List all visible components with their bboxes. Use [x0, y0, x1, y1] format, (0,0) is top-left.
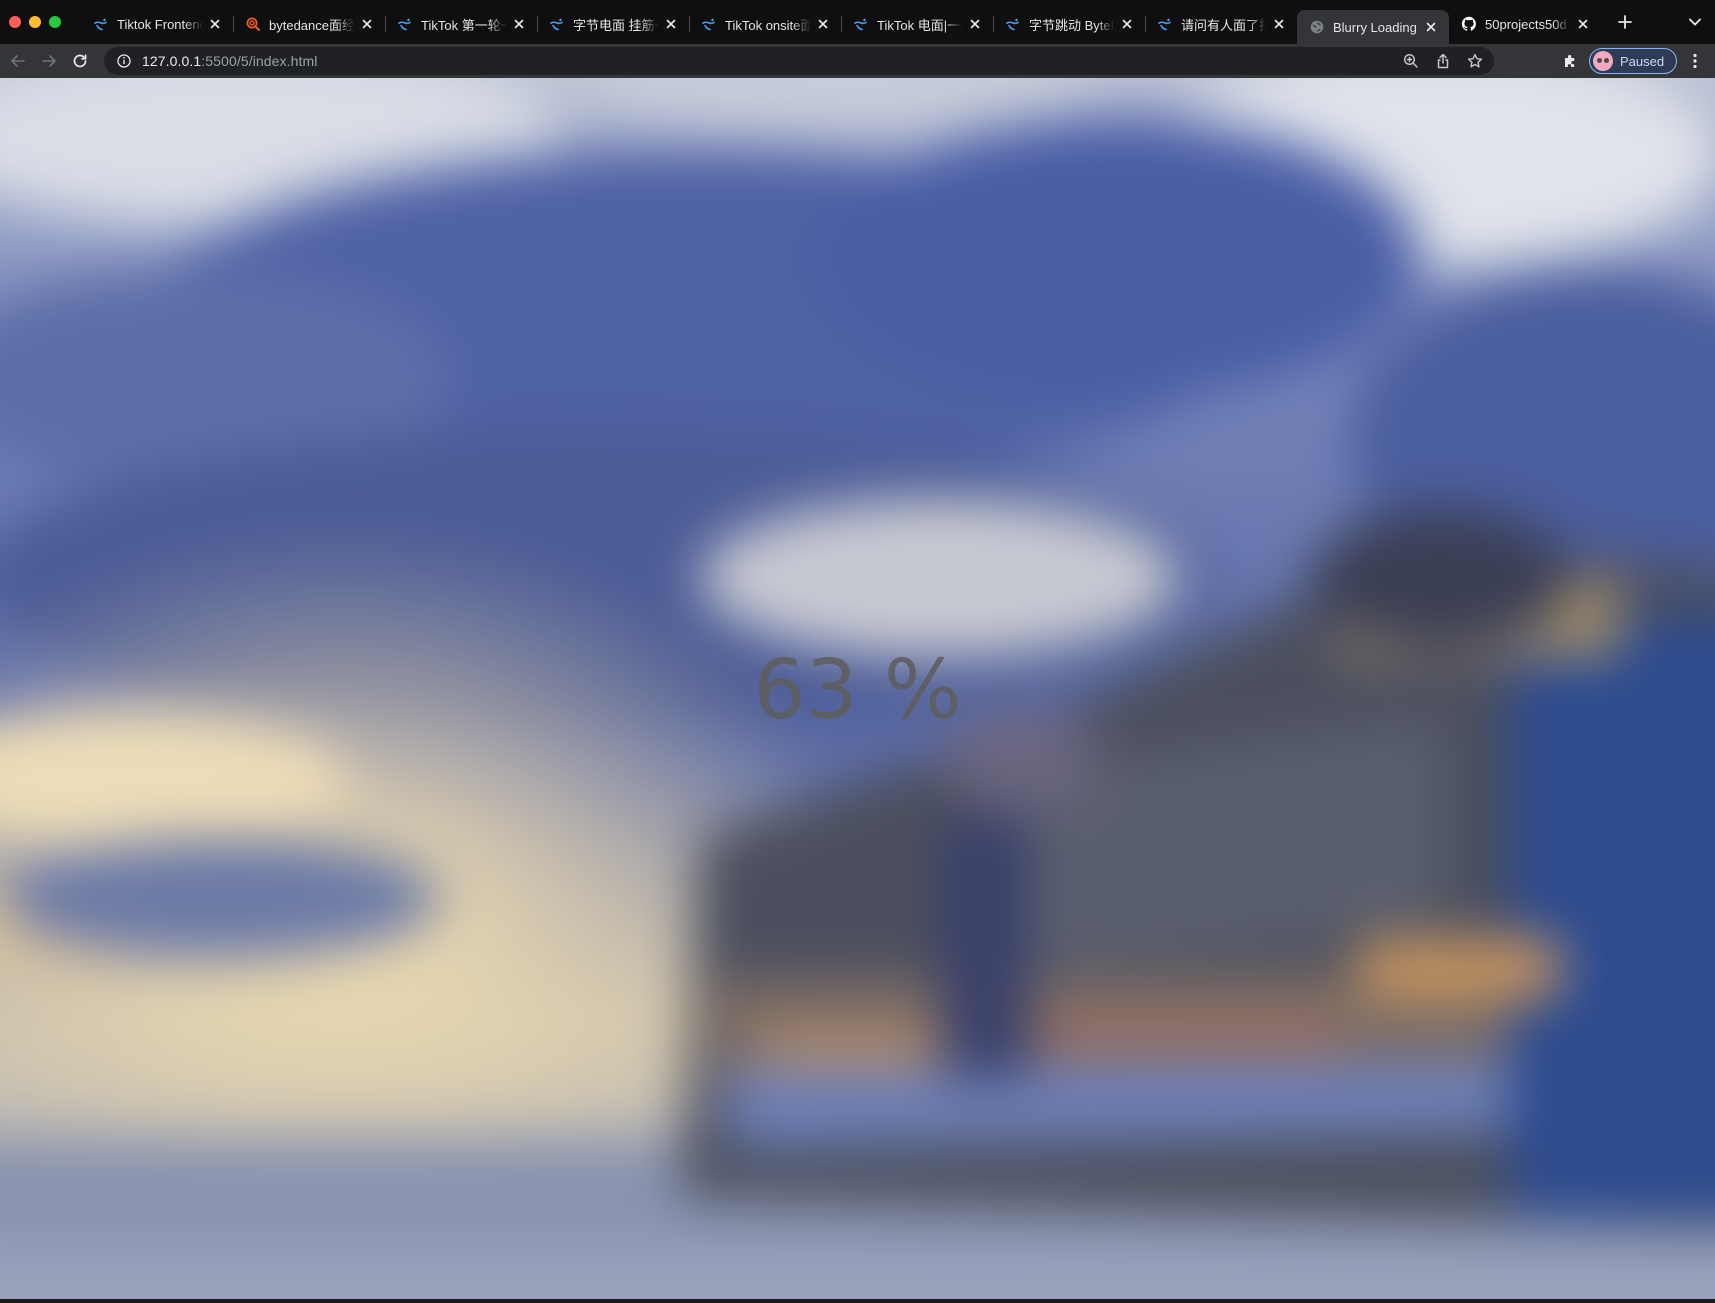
tab-title: TikTok onsite面 [725, 17, 811, 33]
close-tab-icon[interactable] [1271, 16, 1287, 32]
tab-strip: Tiktok Frontend bytedance面经 TikTok 第一轮一 字节电… [0, 0, 1715, 44]
tab-10[interactable]: 50projects50d [1449, 7, 1601, 41]
zoom-icon [1403, 53, 1418, 68]
close-tab-icon[interactable] [815, 16, 831, 32]
share-icon [1437, 53, 1449, 69]
zoom-button[interactable] [1400, 50, 1422, 72]
tiktok-bird-icon [853, 16, 869, 32]
tiktok-bird-icon [397, 16, 413, 32]
tab-4[interactable]: 字节电面 挂筋一 [537, 7, 689, 41]
tiktok-bird-icon [701, 16, 717, 32]
tiktok-bird-icon [549, 16, 565, 32]
tabs: Tiktok Frontend bytedance面经 TikTok 第一轮一 字节电… [81, 0, 1601, 44]
tab-title: Blurry Loading [1333, 19, 1417, 35]
info-icon [117, 54, 131, 68]
tab-title: Tiktok Frontend [117, 16, 203, 32]
tab-title: 字节跳动 ByteD [1029, 17, 1115, 33]
close-tab-icon[interactable] [511, 16, 527, 32]
close-tab-icon[interactable] [207, 16, 223, 32]
url-host: 127.0.0.1 [142, 53, 202, 69]
address-bar[interactable]: 127.0.0.1:5500/5/index.html [104, 47, 1494, 75]
github-icon [1461, 16, 1477, 32]
tab-title: 50projects50d [1485, 16, 1567, 32]
tab-3[interactable]: TikTok 第一轮一 [385, 7, 537, 41]
url-text: 127.0.0.1:5500/5/index.html [142, 53, 318, 69]
tab-2[interactable]: bytedance面经 [233, 7, 385, 41]
puzzle-icon [1565, 55, 1575, 67]
star-icon [1467, 53, 1483, 68]
browser-menu-button[interactable] [1685, 48, 1705, 74]
url-path: :5500/5/index.html [201, 53, 318, 69]
search-swirl-icon [245, 16, 261, 32]
tab-title: bytedance面经 [269, 17, 355, 33]
close-tab-icon[interactable] [1119, 16, 1135, 32]
tab-title: 字节电面 挂筋一 [573, 17, 659, 33]
chevron-down-icon [1689, 18, 1701, 26]
extensions-button[interactable] [1557, 48, 1583, 74]
page-viewport: 63 % [0, 78, 1715, 1299]
back-button[interactable] [5, 48, 31, 74]
tab-6[interactable]: TikTok 电面|一面 [841, 7, 993, 41]
minimize-window-button[interactable] [29, 16, 41, 28]
close-window-button[interactable] [9, 16, 21, 28]
close-tab-icon[interactable] [1423, 19, 1439, 35]
close-tab-icon[interactable] [967, 16, 983, 32]
zoom-window-button[interactable] [49, 16, 61, 28]
tab-title: TikTok 第一轮一 [421, 17, 507, 33]
tiktok-bird-icon [1157, 16, 1173, 32]
browser-toolbar: 127.0.0.1:5500/5/index.html Paused [0, 44, 1715, 78]
forward-button[interactable] [36, 48, 62, 74]
reload-button[interactable] [67, 48, 93, 74]
new-tab-button[interactable] [1611, 8, 1639, 36]
share-button[interactable] [1432, 50, 1454, 72]
tab-8[interactable]: 请问有人面了抖 [1145, 7, 1297, 41]
more-vert-icon [1693, 53, 1697, 69]
plus-icon [1618, 15, 1632, 29]
close-tab-icon[interactable] [1575, 16, 1591, 32]
tiktok-bird-icon [93, 16, 109, 32]
tab-title: 请问有人面了抖 [1181, 17, 1267, 33]
reload-icon [73, 54, 87, 68]
loading-percentage: 63 % [753, 643, 962, 738]
tab-9[interactable]: Blurry Loading [1297, 10, 1449, 44]
tiktok-bird-icon [1005, 16, 1021, 32]
tab-7[interactable]: 字节跳动 ByteD [993, 7, 1145, 41]
site-info-button[interactable] [110, 47, 138, 75]
avatar [1593, 51, 1613, 71]
close-tab-icon[interactable] [663, 16, 679, 32]
tab-5[interactable]: TikTok onsite面 [689, 7, 841, 41]
tab-search-button[interactable] [1685, 12, 1705, 32]
tab-title: TikTok 电面|一面 [877, 17, 963, 33]
globe-icon [1309, 19, 1325, 35]
window-controls [9, 16, 61, 28]
close-tab-icon[interactable] [359, 16, 375, 32]
profile-status-label: Paused [1620, 53, 1665, 69]
tab-1[interactable]: Tiktok Frontend [81, 7, 233, 41]
arrow-right-icon [42, 55, 56, 67]
profile-button[interactable]: Paused [1589, 48, 1677, 74]
window-bottom-edge [0, 1299, 1715, 1303]
arrow-left-icon [11, 55, 25, 67]
bookmark-button[interactable] [1464, 50, 1486, 72]
